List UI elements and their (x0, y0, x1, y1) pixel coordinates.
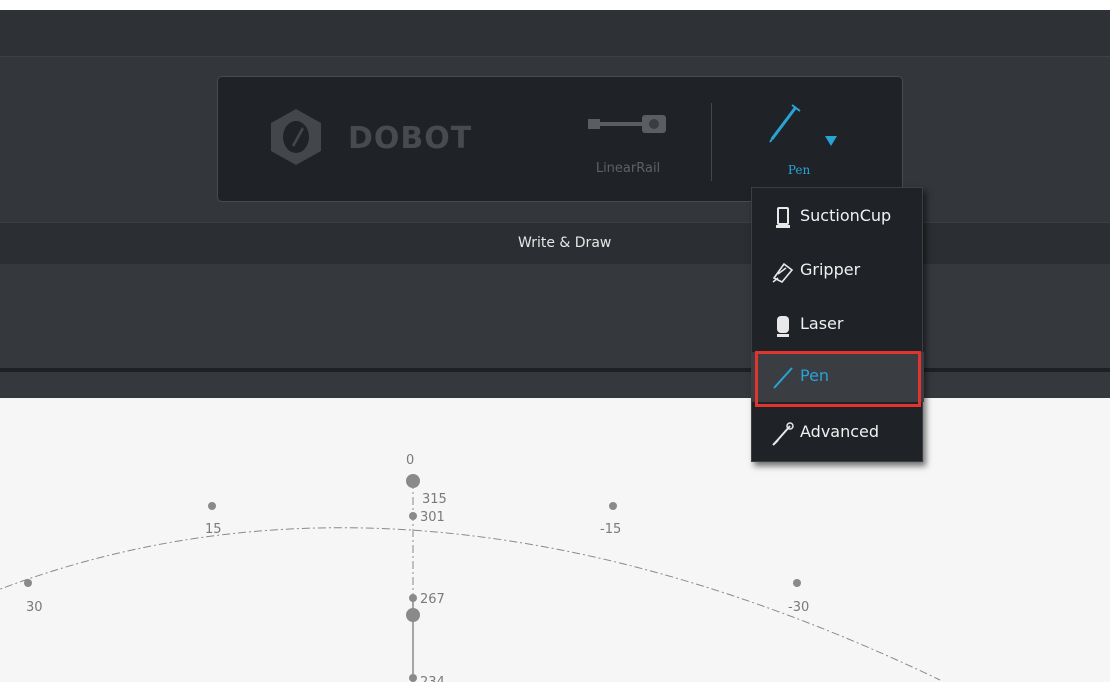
menu-item-label: Advanced (800, 422, 880, 441)
linear-rail-tool[interactable]: LinearRail (578, 105, 678, 185)
linear-rail-label: LinearRail (595, 161, 661, 176)
device-panel: DOBOT LinearRail Pen (217, 76, 903, 202)
menu-item-pen[interactable]: Pen (752, 352, 924, 402)
toolbar-divider (711, 103, 712, 181)
menu-item-gripper[interactable]: Gripper (752, 246, 924, 296)
point-267 (409, 594, 417, 602)
point-234 (409, 674, 417, 682)
point-301 (409, 512, 417, 520)
dropdown-caret-icon[interactable] (824, 135, 838, 147)
point-267-large (406, 608, 420, 622)
selected-tool-label: Pen (787, 163, 811, 177)
end-effector-menu: SuctionCup Gripper Laser Pen Advanced (751, 187, 924, 462)
linear-rail-icon (588, 115, 666, 133)
section-label: Write & Draw (518, 235, 612, 251)
menu-item-label: Gripper (800, 260, 861, 279)
workspace-canvas[interactable]: 0 15 -15 30 -30 315 301 267 234 (0, 398, 1110, 682)
menu-item-laser[interactable]: Laser (752, 300, 924, 350)
point-0 (406, 474, 420, 488)
pen-icon (773, 367, 793, 389)
secondary-toolbar (0, 264, 1110, 368)
point-30 (24, 579, 32, 587)
suction-cup-icon (776, 207, 790, 228)
menu-item-advanced[interactable]: Advanced (752, 408, 924, 458)
canvas-header (0, 372, 1110, 398)
menu-band (0, 10, 1110, 57)
angle-label-0: 0 (406, 453, 414, 468)
gripper-icon (772, 262, 794, 283)
menu-item-label: SuctionCup (800, 206, 892, 225)
point-neg15 (609, 502, 617, 510)
menu-item-label: Laser (800, 314, 844, 333)
menu-item-label: Pen (800, 366, 830, 385)
end-effector-selector[interactable]: Pen (758, 95, 848, 185)
dobot-logo-text: DOBOT (348, 121, 473, 156)
radius-label-315: 315 (422, 492, 447, 507)
angle-label-neg15: -15 (600, 522, 621, 537)
window-top-edge (0, 0, 1110, 10)
advanced-icon (772, 422, 794, 446)
radius-label-301: 301 (420, 510, 445, 525)
angle-label-neg30: -30 (788, 600, 809, 615)
dobot-logo: DOBOT (266, 107, 506, 167)
dobot-logo-icon (271, 109, 321, 165)
pen-icon (769, 104, 801, 143)
laser-icon (777, 316, 789, 337)
point-15 (208, 502, 216, 510)
angle-label-15: 15 (205, 522, 222, 537)
menu-item-suction-cup[interactable]: SuctionCup (752, 192, 924, 242)
toolbar-section: Write & Draw (0, 222, 1110, 265)
angle-label-30: 30 (26, 600, 43, 615)
radius-label-234: 234 (420, 675, 445, 682)
point-neg30 (793, 579, 801, 587)
radius-label-267: 267 (420, 592, 445, 607)
workspace-diagram: 0 15 -15 30 -30 315 301 267 234 (0, 453, 941, 682)
